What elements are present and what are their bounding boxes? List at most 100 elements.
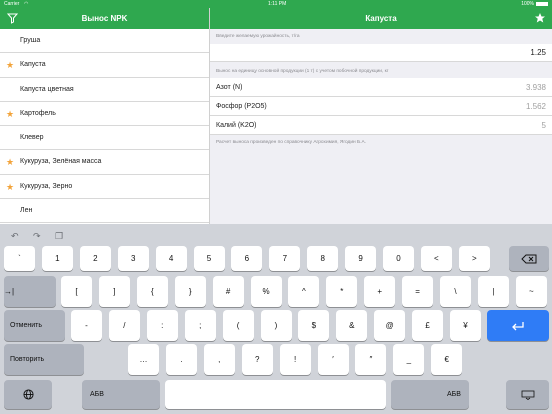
favorite-star-icon[interactable] xyxy=(534,12,546,24)
battery-label: 100% xyxy=(521,1,534,7)
hide-keyboard-key[interactable] xyxy=(506,380,549,409)
tab-key[interactable]: →| xyxy=(4,276,56,307)
key[interactable]: 4 xyxy=(155,246,187,271)
key[interactable]: - xyxy=(71,310,102,341)
key[interactable]: % xyxy=(250,276,282,307)
undo-icon[interactable]: ↶ xyxy=(11,231,19,242)
redo-icon[interactable]: ↷ xyxy=(33,231,41,242)
list-item-label: Клевер xyxy=(20,134,44,142)
footer-note: Расчет выноса произведен по справочнику … xyxy=(216,140,367,145)
list-item[interactable]: ★ Капуста xyxy=(0,53,209,78)
abc-key[interactable]: АБВ xyxy=(391,380,469,409)
list-item[interactable]: ★Клевер xyxy=(0,126,209,151)
key[interactable]: * xyxy=(326,276,358,307)
list-item[interactable]: ★ Кукуруза, Зелёная масса xyxy=(0,150,209,175)
yield-value: 1.25 xyxy=(530,48,546,57)
nutrient-row: Фосфор (P2O5) 1.562 xyxy=(210,97,552,116)
space-key[interactable] xyxy=(165,380,386,409)
key[interactable]: $ xyxy=(298,310,330,341)
key[interactable]: @ xyxy=(374,310,406,341)
key[interactable]: , xyxy=(203,344,235,375)
list-item[interactable]: ★Груша xyxy=(0,29,209,54)
key[interactable]: { xyxy=(136,276,168,307)
status-bar: Carrier ◠ 1:11 PM 100% xyxy=(0,0,552,8)
key[interactable]: ~ xyxy=(515,276,547,307)
key[interactable]: & xyxy=(336,310,368,341)
key[interactable]: ! xyxy=(279,344,311,375)
list-item-label: Кукуруза, Зерно xyxy=(20,182,73,190)
right-nav-bar: Капуста xyxy=(210,8,552,29)
key[interactable]: ` xyxy=(4,246,35,271)
key[interactable]: 2 xyxy=(79,246,111,271)
key[interactable]: ] xyxy=(98,276,130,307)
list-item[interactable]: ★ Кукуруза, Зерно xyxy=(0,175,209,200)
key[interactable]: ^ xyxy=(288,276,320,307)
paste-icon[interactable]: ❐ xyxy=(55,231,63,242)
key[interactable]: . xyxy=(165,344,197,375)
abc-key[interactable]: АБВ xyxy=(82,380,160,409)
list-item-label: Картофель xyxy=(20,109,56,117)
key[interactable]: ) xyxy=(260,310,292,341)
key[interactable]: > xyxy=(458,246,490,271)
left-nav-title: Вынос NPK xyxy=(81,14,128,23)
redo-key[interactable]: Повторить xyxy=(4,344,84,375)
key[interactable]: € xyxy=(431,344,463,375)
undo-key[interactable]: Отменить xyxy=(4,310,65,341)
left-nav-bar: Вынос NPK xyxy=(0,8,209,29)
key[interactable]: + xyxy=(364,276,396,307)
key[interactable]: ? xyxy=(241,344,273,375)
favorite-star-icon: ★ xyxy=(6,60,15,71)
carrier-label: Carrier xyxy=(4,1,20,7)
favorite-star-icon: ★ xyxy=(6,181,15,192)
key[interactable]: ″ xyxy=(355,344,387,375)
nutrient-value: 1.562 xyxy=(525,102,546,111)
return-key[interactable] xyxy=(487,310,549,341)
list-item-label: Кукуруза, Зелёная масса xyxy=(20,158,102,166)
key[interactable]: 8 xyxy=(307,246,339,271)
key[interactable]: 0 xyxy=(383,246,414,271)
key[interactable]: : xyxy=(146,310,178,341)
key[interactable]: < xyxy=(420,246,452,271)
list-item[interactable]: ★Лен xyxy=(0,199,209,224)
key[interactable]: 1 xyxy=(41,246,73,271)
favorite-star-icon: ★ xyxy=(6,108,15,119)
key[interactable]: ¥ xyxy=(450,310,481,341)
key[interactable]: … xyxy=(128,344,159,375)
key[interactable]: ; xyxy=(184,310,216,341)
key[interactable]: ( xyxy=(222,310,254,341)
nutrient-value: 5 xyxy=(541,121,546,130)
crop-list: ★Груша ★ Капуста ★Капуста цветная ★ Картоф… xyxy=(0,29,209,224)
key[interactable]: | xyxy=(477,276,509,307)
key[interactable]: = xyxy=(402,276,434,307)
key[interactable]: 5 xyxy=(193,246,225,271)
key[interactable]: 9 xyxy=(345,246,377,271)
removal-header: Вынос на единицу основной продукции (1 т… xyxy=(216,69,389,74)
key[interactable]: \ xyxy=(440,276,471,307)
key[interactable]: ′ xyxy=(317,344,349,375)
list-item[interactable]: ★Капуста цветная xyxy=(0,78,209,102)
nutrient-row: Калий (K2O) 5 xyxy=(210,116,552,135)
key[interactable]: 6 xyxy=(231,246,263,271)
nutrient-label: Азот (N) xyxy=(216,84,243,91)
key[interactable]: £ xyxy=(412,310,444,341)
key[interactable]: _ xyxy=(393,344,425,375)
wifi-icon: ◠ xyxy=(24,1,29,7)
nutrient-label: Калий (K2O) xyxy=(216,122,257,129)
key[interactable]: [ xyxy=(61,276,92,307)
list-item-label: Лен xyxy=(20,207,33,215)
key[interactable]: # xyxy=(212,276,244,307)
time-label: 1:11 PM xyxy=(268,1,287,7)
nutrient-value: 3.938 xyxy=(525,83,546,92)
key[interactable]: 3 xyxy=(117,246,149,271)
key[interactable]: } xyxy=(174,276,206,307)
yield-input[interactable]: 1.25 xyxy=(210,44,552,62)
delete-key[interactable] xyxy=(509,246,549,271)
list-item-label: Капуста xyxy=(20,61,46,69)
globe-key[interactable] xyxy=(4,380,52,409)
key[interactable]: 7 xyxy=(269,246,301,271)
key[interactable]: / xyxy=(108,310,140,341)
nutrient-row: Азот (N) 3.938 xyxy=(210,78,552,97)
nutrient-label: Фосфор (P2O5) xyxy=(216,103,267,110)
favorite-star-icon: ★ xyxy=(6,157,15,168)
list-item[interactable]: ★ Картофель xyxy=(0,102,209,127)
